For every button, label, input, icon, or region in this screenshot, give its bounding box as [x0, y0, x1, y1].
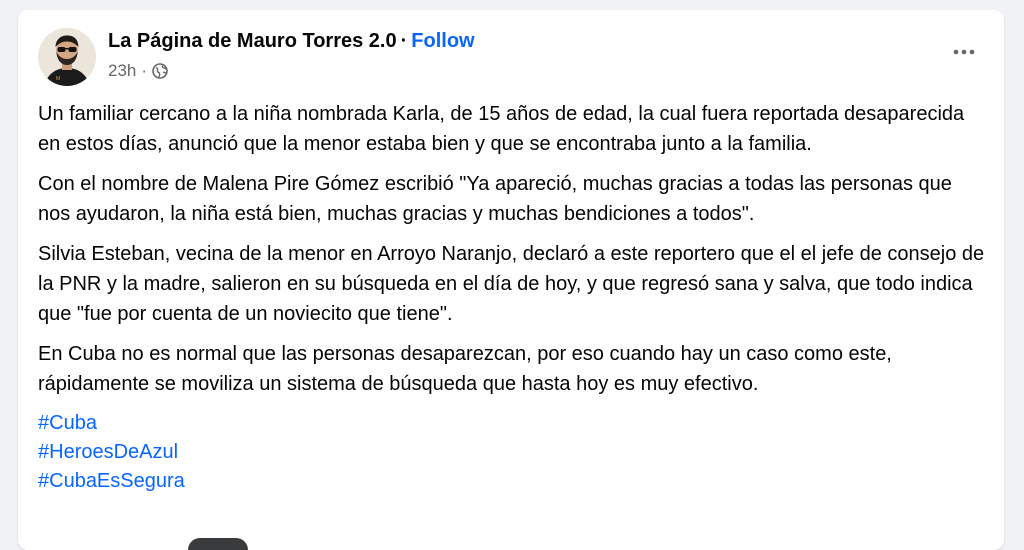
post-paragraph: Un familiar cercano a la niña nombrada K…: [38, 103, 965, 155]
svg-text:M: M: [56, 76, 60, 82]
follow-button[interactable]: Follow: [411, 30, 474, 52]
hashtag-link-cuba[interactable]: #Cuba: [38, 409, 988, 438]
hashtag-list: #Cuba #HeroesDeAzul #CubaEsSegura: [38, 409, 988, 496]
more-horizontal-icon: [953, 49, 975, 55]
post-body: Un familiar cercano a la niña nombrada K…: [38, 99, 988, 496]
hashtag-link-heroesdeazul[interactable]: #HeroesDeAzul: [38, 438, 988, 467]
header-separator: ·: [400, 30, 408, 52]
post-paragraph: En Cuba no es normal que las personas de…: [38, 343, 892, 395]
timestamp-link[interactable]: 23h: [108, 61, 136, 81]
page-name-link[interactable]: La Página de Mauro Torres 2.0: [108, 30, 397, 52]
hashtag-link-cubaessegura[interactable]: #CubaEsSegura: [38, 467, 988, 496]
globe-icon[interactable]: [152, 63, 168, 79]
post-header: La Página de Mauro Torres 2.0 · Follow: [108, 30, 475, 53]
post-meta: 23h ·: [108, 61, 168, 81]
post-paragraph: Con el nombre de Malena Pire Gómez escri…: [38, 173, 952, 225]
avatar[interactable]: M: [38, 28, 96, 86]
meta-separator: ·: [141, 61, 148, 80]
avatar-portrait-icon: M: [38, 28, 96, 86]
post-card: M La Página de Mauro Torres 2.0 · Follow 2…: [18, 10, 1004, 550]
more-options-button[interactable]: [946, 38, 982, 66]
post-paragraph: Silvia Esteban, vecina de la menor en Ar…: [38, 243, 985, 325]
